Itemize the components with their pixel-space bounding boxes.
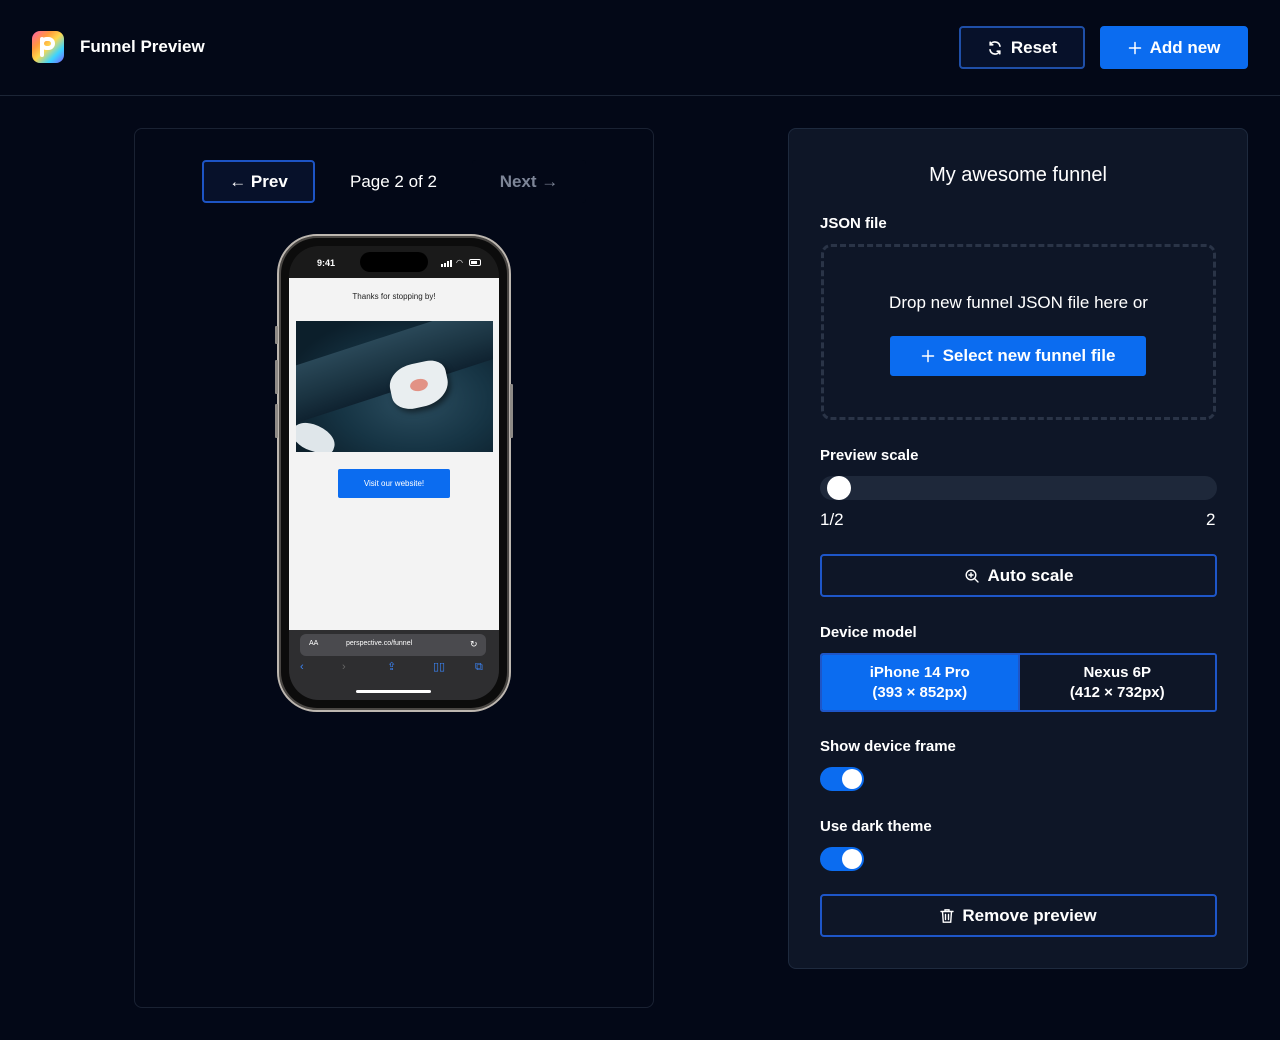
tabs-icon[interactable]: ⧉	[475, 660, 483, 674]
device-size: (412 × 732px)	[1069, 683, 1165, 701]
dark-theme-label: Use dark theme	[820, 818, 932, 835]
back-icon[interactable]: ‹	[300, 660, 304, 674]
forward-icon[interactable]: ›	[342, 660, 346, 674]
bookmarks-icon[interactable]: ▯▯	[433, 660, 445, 674]
show-frame-toggle[interactable]	[820, 767, 864, 791]
select-file-button[interactable]: Select new funnel file	[890, 336, 1146, 376]
scale-slider[interactable]	[820, 476, 1217, 500]
funnel-image	[296, 321, 493, 452]
device-name: iPhone 14 Pro	[869, 663, 970, 681]
preview-panel: ← Prev Page 2 of 2 Next → 9:41 ◠ Thanks …	[134, 128, 654, 1008]
preview-scale-label: Preview scale	[820, 447, 919, 464]
scale-min-label: 1/2	[820, 510, 844, 529]
json-file-label: JSON file	[820, 215, 887, 232]
app-header: Funnel Preview Reset Add new	[0, 0, 1280, 96]
settings-panel: My awesome funnel JSON file Drop new fun…	[788, 128, 1248, 969]
device-frame: 9:41 ◠ Thanks for stopping by! Visit our…	[275, 234, 513, 712]
select-file-label: Select new funnel file	[942, 346, 1116, 365]
auto-scale-label: Auto scale	[987, 565, 1074, 585]
reset-button[interactable]: Reset	[959, 26, 1085, 69]
add-new-label: Add new	[1149, 37, 1221, 57]
reset-label: Reset	[1010, 37, 1058, 57]
device-option-nexus-6p[interactable]: Nexus 6P (412 × 732px)	[1017, 655, 1215, 710]
device-name: Nexus 6P	[1083, 663, 1152, 681]
funnel-page: Thanks for stopping by! Visit our websit…	[289, 278, 499, 630]
reload-icon[interactable]: ↻	[470, 639, 478, 650]
plus-icon	[921, 349, 935, 363]
remove-preview-button[interactable]: Remove preview	[820, 894, 1217, 937]
device-size: (393 × 852px)	[872, 683, 968, 701]
zoom-in-icon	[964, 568, 980, 584]
refresh-icon	[987, 40, 1003, 56]
device-model-label: Device model	[820, 624, 917, 641]
device-option-iphone-14-pro[interactable]: iPhone 14 Pro (393 × 852px)	[822, 655, 1018, 710]
device-model-selector: iPhone 14 Pro (393 × 852px) Nexus 6P (41…	[820, 653, 1217, 712]
next-page-button[interactable]: Next →	[472, 160, 586, 203]
dark-theme-toggle[interactable]	[820, 847, 864, 871]
share-icon[interactable]: ⇪	[387, 660, 396, 674]
perspective-logo-icon	[32, 31, 64, 63]
home-indicator	[356, 690, 431, 693]
funnel-message: Thanks for stopping by!	[352, 292, 436, 301]
show-frame-label: Show device frame	[820, 738, 956, 755]
text-size-button[interactable]: AA	[309, 640, 318, 647]
add-new-button[interactable]: Add new	[1100, 26, 1248, 69]
prev-page-button[interactable]: ← Prev	[202, 160, 315, 203]
visit-website-button[interactable]: Visit our website!	[338, 469, 450, 498]
scale-max-label: 2	[1206, 510, 1216, 529]
trash-icon	[940, 908, 955, 924]
auto-scale-button[interactable]: Auto scale	[820, 554, 1217, 597]
page-indicator: Page 2 of 2	[350, 172, 437, 191]
remove-preview-label: Remove preview	[962, 905, 1097, 925]
drop-text: Drop new funnel JSON file here or	[889, 293, 1148, 312]
app-title: Funnel Preview	[80, 37, 205, 56]
browser-toolbar: AA perspective.co/funnel ↻ ‹ › ⇪ ▯▯ ⧉	[289, 630, 499, 700]
status-bar: 9:41 ◠	[289, 246, 499, 278]
funnel-name: My awesome funnel	[929, 164, 1107, 186]
json-dropzone[interactable]: Drop new funnel JSON file here or Select…	[821, 244, 1216, 420]
device-screen: 9:41 ◠ Thanks for stopping by! Visit our…	[289, 246, 499, 700]
address-bar[interactable]: AA perspective.co/funnel ↻	[300, 634, 486, 656]
wifi-icon: ◠	[456, 258, 463, 267]
dynamic-island	[360, 252, 428, 272]
scale-slider-thumb[interactable]	[827, 476, 851, 500]
status-time: 9:41	[317, 258, 336, 268]
plus-icon	[1128, 41, 1142, 55]
url-text: perspective.co/funnel	[346, 640, 413, 647]
battery-icon	[469, 259, 481, 266]
